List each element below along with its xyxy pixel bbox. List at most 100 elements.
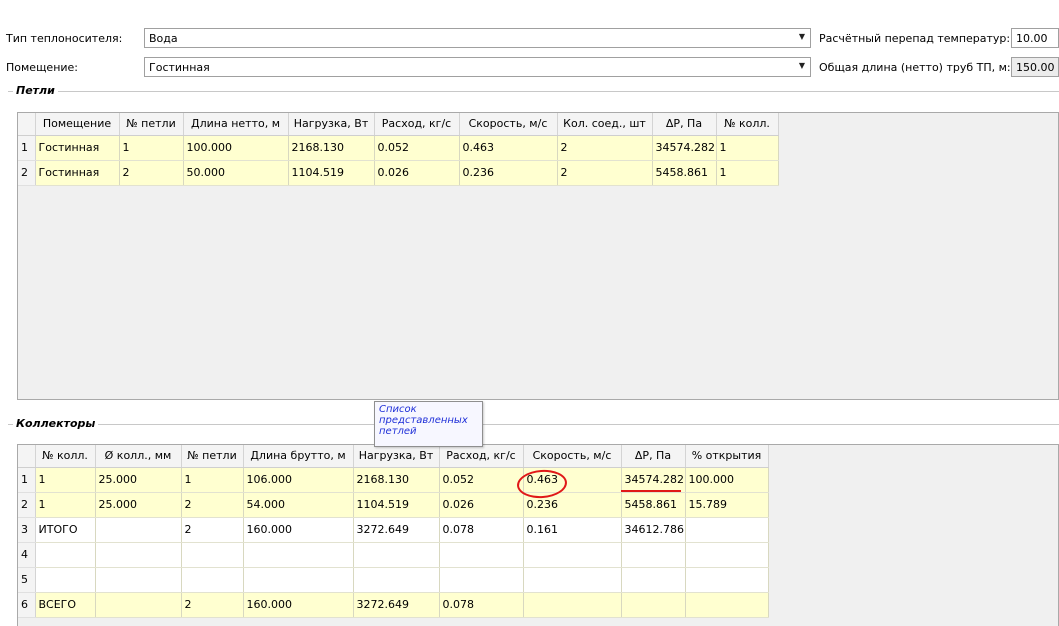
grid-cell[interactable]: 2 (119, 160, 184, 186)
temp-drop-input[interactable]: 10.00 (1011, 28, 1059, 48)
grid-cell[interactable] (95, 542, 182, 568)
grid-cell[interactable] (685, 567, 769, 593)
loops-col-header[interactable]: Длина нетто, м (183, 113, 289, 136)
grid-cell[interactable]: 0.463 (459, 135, 558, 161)
grid-cell[interactable] (439, 542, 524, 568)
grid-cell[interactable] (243, 567, 354, 593)
grid-cell[interactable]: 0.078 (439, 517, 524, 543)
grid-cell[interactable] (243, 542, 354, 568)
grid-cell[interactable] (353, 567, 440, 593)
grid-cell[interactable]: 0.026 (374, 160, 460, 186)
chevron-down-icon[interactable]: ▼ (799, 61, 805, 70)
row-number[interactable]: 5 (18, 567, 36, 593)
loops-col-header[interactable]: № колл. (716, 113, 779, 136)
grid-cell[interactable] (353, 542, 440, 568)
table-row[interactable]: 5 (18, 567, 769, 593)
grid-cell[interactable] (181, 567, 244, 593)
grid-cell[interactable] (95, 592, 182, 618)
grid-cell[interactable]: 2168.130 (353, 467, 440, 493)
table-row[interactable]: 6 ВСЕГО 2 160.000 3272.649 0.078 (18, 592, 769, 618)
grid-cell[interactable]: ВСЕГО (35, 592, 96, 618)
grid-cell[interactable]: 160.000 (243, 592, 354, 618)
grid-cell[interactable]: ИТОГО (35, 517, 96, 543)
table-row[interactable]: 3 ИТОГО 2 160.000 3272.649 0.078 0.161 3… (18, 517, 769, 543)
grid-cell[interactable]: 1104.519 (288, 160, 375, 186)
collectors-col-header[interactable]: Скорость, м/с (523, 445, 622, 468)
grid-cell[interactable]: Гостинная (35, 135, 120, 161)
grid-cell[interactable]: 25.000 (95, 467, 182, 493)
grid-cell[interactable] (95, 517, 182, 543)
collectors-col-header[interactable]: Длина брутто, м (243, 445, 354, 468)
grid-cell[interactable] (685, 592, 769, 618)
grid-cell[interactable]: 1 (119, 135, 184, 161)
collectors-col-header[interactable]: Ø колл., мм (95, 445, 182, 468)
loops-grid[interactable]: Помещение № петли Длина нетто, м Нагрузк… (17, 112, 1059, 400)
grid-cell[interactable]: 1 (716, 160, 779, 186)
grid-cell[interactable]: 25.000 (95, 492, 182, 518)
table-row[interactable]: 4 (18, 542, 769, 568)
loops-col-header[interactable]: № петли (119, 113, 184, 136)
grid-cell[interactable]: 3272.649 (353, 517, 440, 543)
grid-cell[interactable]: 34574.282 (652, 135, 717, 161)
grid-cell[interactable]: 2 (557, 135, 653, 161)
row-number[interactable]: 6 (18, 592, 36, 618)
grid-cell[interactable]: 160.000 (243, 517, 354, 543)
grid-cell[interactable] (35, 567, 96, 593)
table-row[interactable]: 1 Гостинная 1 100.000 2168.130 0.052 0.4… (18, 135, 779, 161)
loops-col-header[interactable]: Кол. соед., шт (557, 113, 653, 136)
grid-cell[interactable]: Гостинная (35, 160, 120, 186)
grid-cell[interactable] (685, 517, 769, 543)
row-number[interactable]: 2 (18, 160, 36, 186)
grid-cell[interactable]: 0.161 (523, 517, 622, 543)
grid-cell[interactable]: 0.026 (439, 492, 524, 518)
grid-cell[interactable]: 100.000 (183, 135, 289, 161)
loops-col-header[interactable]: Расход, кг/с (374, 113, 460, 136)
collectors-col-header[interactable]: № петли (181, 445, 244, 468)
grid-cell[interactable] (621, 542, 686, 568)
grid-cell[interactable]: 1 (35, 467, 96, 493)
grid-cell[interactable]: 3272.649 (353, 592, 440, 618)
row-number[interactable]: 2 (18, 492, 36, 518)
grid-cell[interactable]: 106.000 (243, 467, 354, 493)
loops-col-header[interactable]: Нагрузка, Вт (288, 113, 375, 136)
grid-cell[interactable]: 1 (35, 492, 96, 518)
table-row[interactable]: 2 1 25.000 2 54.000 1104.519 0.026 0.236… (18, 492, 769, 518)
grid-cell[interactable]: 0.052 (374, 135, 460, 161)
grid-cell[interactable]: 2 (181, 492, 244, 518)
grid-cell[interactable] (439, 567, 524, 593)
grid-cell[interactable]: 50.000 (183, 160, 289, 186)
grid-cell[interactable] (523, 567, 622, 593)
grid-cell[interactable] (523, 542, 622, 568)
collectors-col-header[interactable]: Расход, кг/с (439, 445, 524, 468)
grid-cell[interactable]: 54.000 (243, 492, 354, 518)
row-number[interactable]: 1 (18, 467, 36, 493)
loops-col-header[interactable]: Скорость, м/с (459, 113, 558, 136)
collectors-col-header[interactable]: № колл. (35, 445, 96, 468)
table-row[interactable]: 1 1 25.000 1 106.000 2168.130 0.052 0.46… (18, 467, 769, 493)
loops-col-header[interactable]: ΔP, Па (652, 113, 717, 136)
grid-cell[interactable]: 0.236 (459, 160, 558, 186)
grid-cell[interactable] (35, 542, 96, 568)
chevron-down-icon[interactable]: ▼ (799, 32, 805, 41)
grid-cell[interactable] (685, 542, 769, 568)
loops-col-header[interactable]: Помещение (35, 113, 120, 136)
grid-cell[interactable]: 2 (181, 517, 244, 543)
grid-cell[interactable]: 1104.519 (353, 492, 440, 518)
grid-cell[interactable]: 5458.861 (621, 492, 686, 518)
grid-cell[interactable]: 1 (716, 135, 779, 161)
grid-cell[interactable]: 5458.861 (652, 160, 717, 186)
grid-cell[interactable] (523, 592, 622, 618)
row-number[interactable]: 4 (18, 542, 36, 568)
row-number[interactable]: 1 (18, 135, 36, 161)
grid-cell[interactable] (181, 542, 244, 568)
grid-cell[interactable]: 15.789 (685, 492, 769, 518)
grid-cell[interactable] (95, 567, 182, 593)
grid-cell[interactable]: 34612.786 (621, 517, 686, 543)
grid-cell[interactable]: 34574.282 (621, 467, 686, 493)
grid-cell[interactable]: 2168.130 (288, 135, 375, 161)
grid-cell[interactable]: 100.000 (685, 467, 769, 493)
row-number[interactable]: 3 (18, 517, 36, 543)
collectors-col-header[interactable]: Нагрузка, Вт (353, 445, 440, 468)
grid-cell[interactable] (621, 592, 686, 618)
grid-cell[interactable]: 2 (557, 160, 653, 186)
